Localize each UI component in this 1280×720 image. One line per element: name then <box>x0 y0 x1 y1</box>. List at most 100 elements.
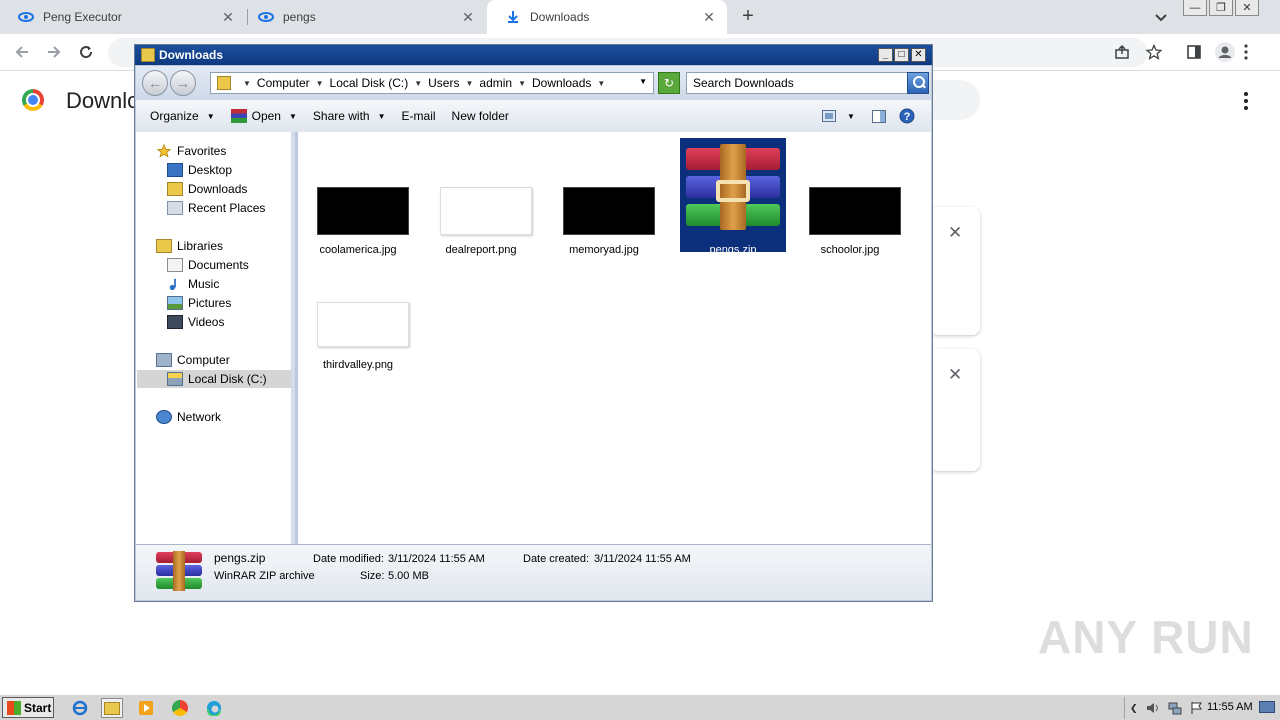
profile-avatar-icon[interactable] <box>1215 42 1235 62</box>
desktop-icon <box>167 163 183 177</box>
chevron-down-icon[interactable]: ▼ <box>518 79 526 88</box>
music-icon <box>169 278 176 291</box>
speaker-icon[interactable] <box>1146 701 1160 715</box>
open-button[interactable]: Open ▼ <box>223 104 305 128</box>
organize-button[interactable]: Organize ▼ <box>142 104 223 128</box>
file-item-pengs-zip[interactable]: pengs.zip <box>680 138 786 256</box>
nav-recent-places[interactable]: Recent Places <box>167 199 265 217</box>
tab-peng-executor[interactable]: Peng Executor ✕ <box>0 0 246 34</box>
chevron-down-icon[interactable]: ▼ <box>243 79 251 88</box>
forward-icon[interactable]: → <box>170 70 196 96</box>
media-player-icon[interactable] <box>135 698 157 718</box>
close-tab-icon[interactable]: ✕ <box>220 9 236 25</box>
reload-icon[interactable] <box>76 42 96 62</box>
nav-music[interactable]: Music <box>167 275 219 293</box>
close-icon[interactable]: ✕ <box>911 48 926 62</box>
close-tab-icon[interactable]: ✕ <box>460 9 476 25</box>
help-icon[interactable]: ? <box>898 104 916 128</box>
date-modified-value: 3/11/2024 11:55 AM <box>388 553 485 565</box>
videos-icon <box>167 315 183 329</box>
nav-network[interactable]: Network <box>156 408 221 426</box>
address-history-dropdown-icon[interactable]: ▼ <box>639 77 647 86</box>
breadcrumb-users[interactable]: Users ▼ <box>428 76 473 90</box>
forward-icon[interactable] <box>44 42 64 62</box>
chevron-down-icon[interactable]: ▼ <box>844 104 858 128</box>
restore-icon[interactable]: ❐ <box>1209 0 1233 16</box>
browser-menu-icon[interactable] <box>1236 42 1256 62</box>
chevron-down-icon[interactable] <box>1152 8 1170 26</box>
new-tab-button[interactable]: + <box>738 6 758 28</box>
drive-icon <box>167 372 183 386</box>
nav-videos[interactable]: Videos <box>167 313 224 331</box>
nav-downloads[interactable]: Downloads <box>167 180 247 198</box>
minimize-icon[interactable]: _ <box>878 48 893 62</box>
preview-pane-icon[interactable] <box>870 104 888 128</box>
date-created-label: Date created: <box>523 553 590 565</box>
file-item-thirdvalley[interactable]: thirdvalley.png <box>305 253 411 371</box>
chevron-down-icon: ▼ <box>377 111 386 121</box>
tab-label: Downloads <box>530 10 590 24</box>
show-desktop-icon[interactable] <box>1259 701 1275 713</box>
nav-libraries[interactable]: Libraries <box>156 237 223 255</box>
close-tab-icon[interactable]: ✕ <box>701 9 717 25</box>
back-icon[interactable]: ← <box>142 70 168 96</box>
file-item-schoolor[interactable]: schoolor.jpg <box>797 138 903 256</box>
nav-documents[interactable]: Documents <box>167 256 249 274</box>
search-input[interactable]: Search Downloads <box>686 72 908 94</box>
network-status-icon[interactable] <box>1168 701 1182 715</box>
image-thumbnail <box>809 187 901 235</box>
bookmark-star-icon[interactable] <box>1144 42 1164 62</box>
back-icon[interactable] <box>12 42 32 62</box>
download-item-card: ✕ <box>930 207 980 335</box>
side-panel-icon[interactable] <box>1184 42 1204 62</box>
refresh-icon[interactable]: ↻ <box>658 72 680 94</box>
chevron-down-icon[interactable]: ▼ <box>465 79 473 88</box>
more-options-icon[interactable] <box>1238 92 1254 110</box>
breadcrumb-admin[interactable]: admin ▼ <box>479 76 526 90</box>
chevron-down-icon[interactable]: ▼ <box>597 79 605 88</box>
breadcrumb-downloads[interactable]: Downloads ▼ <box>532 76 605 90</box>
date-created-value: 3/11/2024 11:55 AM <box>594 553 691 565</box>
nav-computer[interactable]: Computer <box>156 351 230 369</box>
share-with-button[interactable]: Share with ▼ <box>305 104 394 128</box>
breadcrumb-computer[interactable]: Computer ▼ <box>257 76 324 90</box>
start-button[interactable]: Start <box>2 697 54 718</box>
download-item-card: ✕ <box>930 349 980 471</box>
maximize-icon[interactable]: □ <box>894 48 909 62</box>
file-explorer-icon[interactable] <box>101 698 123 718</box>
chrome-taskbar-icon[interactable] <box>169 698 191 718</box>
folder-icon <box>141 48 155 62</box>
share-icon[interactable] <box>1112 42 1132 62</box>
tab-downloads[interactable]: Downloads ✕ <box>487 0 727 34</box>
chevron-down-icon: ▼ <box>206 111 215 121</box>
tab-pengs[interactable]: pengs ✕ <box>240 0 486 34</box>
windows-logo-icon <box>7 700 21 715</box>
site-icon <box>258 9 274 25</box>
close-icon[interactable]: ✕ <box>1235 0 1259 16</box>
change-view-icon[interactable] <box>820 104 838 128</box>
show-hidden-icons-icon[interactable]: ❮ <box>1130 703 1138 714</box>
file-item-dealreport[interactable]: dealreport.png <box>428 138 534 256</box>
edge-icon[interactable] <box>203 698 225 718</box>
email-button[interactable]: E-mail <box>394 104 444 128</box>
minimize-icon[interactable]: — <box>1183 0 1207 16</box>
search-icon[interactable] <box>907 72 929 94</box>
internet-explorer-icon[interactable] <box>69 698 91 718</box>
file-item-memoryad[interactable]: memoryad.jpg <box>551 138 657 256</box>
svg-text:?: ? <box>904 111 911 123</box>
breadcrumb[interactable]: ▼ Computer ▼ Local Disk (C:) ▼ Users ▼ admi… <box>210 72 654 94</box>
action-center-flag-icon[interactable] <box>1190 701 1204 715</box>
chevron-down-icon[interactable]: ▼ <box>414 79 422 88</box>
nav-favorites[interactable]: Favorites <box>156 142 226 160</box>
remove-download-icon[interactable]: ✕ <box>948 366 962 383</box>
explorer-title-bar[interactable]: Downloads <box>135 45 932 65</box>
breadcrumb-local-disk[interactable]: Local Disk (C:) ▼ <box>330 76 423 90</box>
file-item-coolamerica[interactable]: coolamerica.jpg <box>305 138 411 256</box>
downloads-folder-icon <box>167 182 183 196</box>
nav-desktop[interactable]: Desktop <box>167 161 232 179</box>
new-folder-button[interactable]: New folder <box>444 104 517 128</box>
chevron-down-icon[interactable]: ▼ <box>316 79 324 88</box>
nav-pictures[interactable]: Pictures <box>167 294 231 312</box>
nav-local-disk[interactable]: Local Disk (C:) <box>137 370 291 388</box>
remove-download-icon[interactable]: ✕ <box>948 224 962 241</box>
